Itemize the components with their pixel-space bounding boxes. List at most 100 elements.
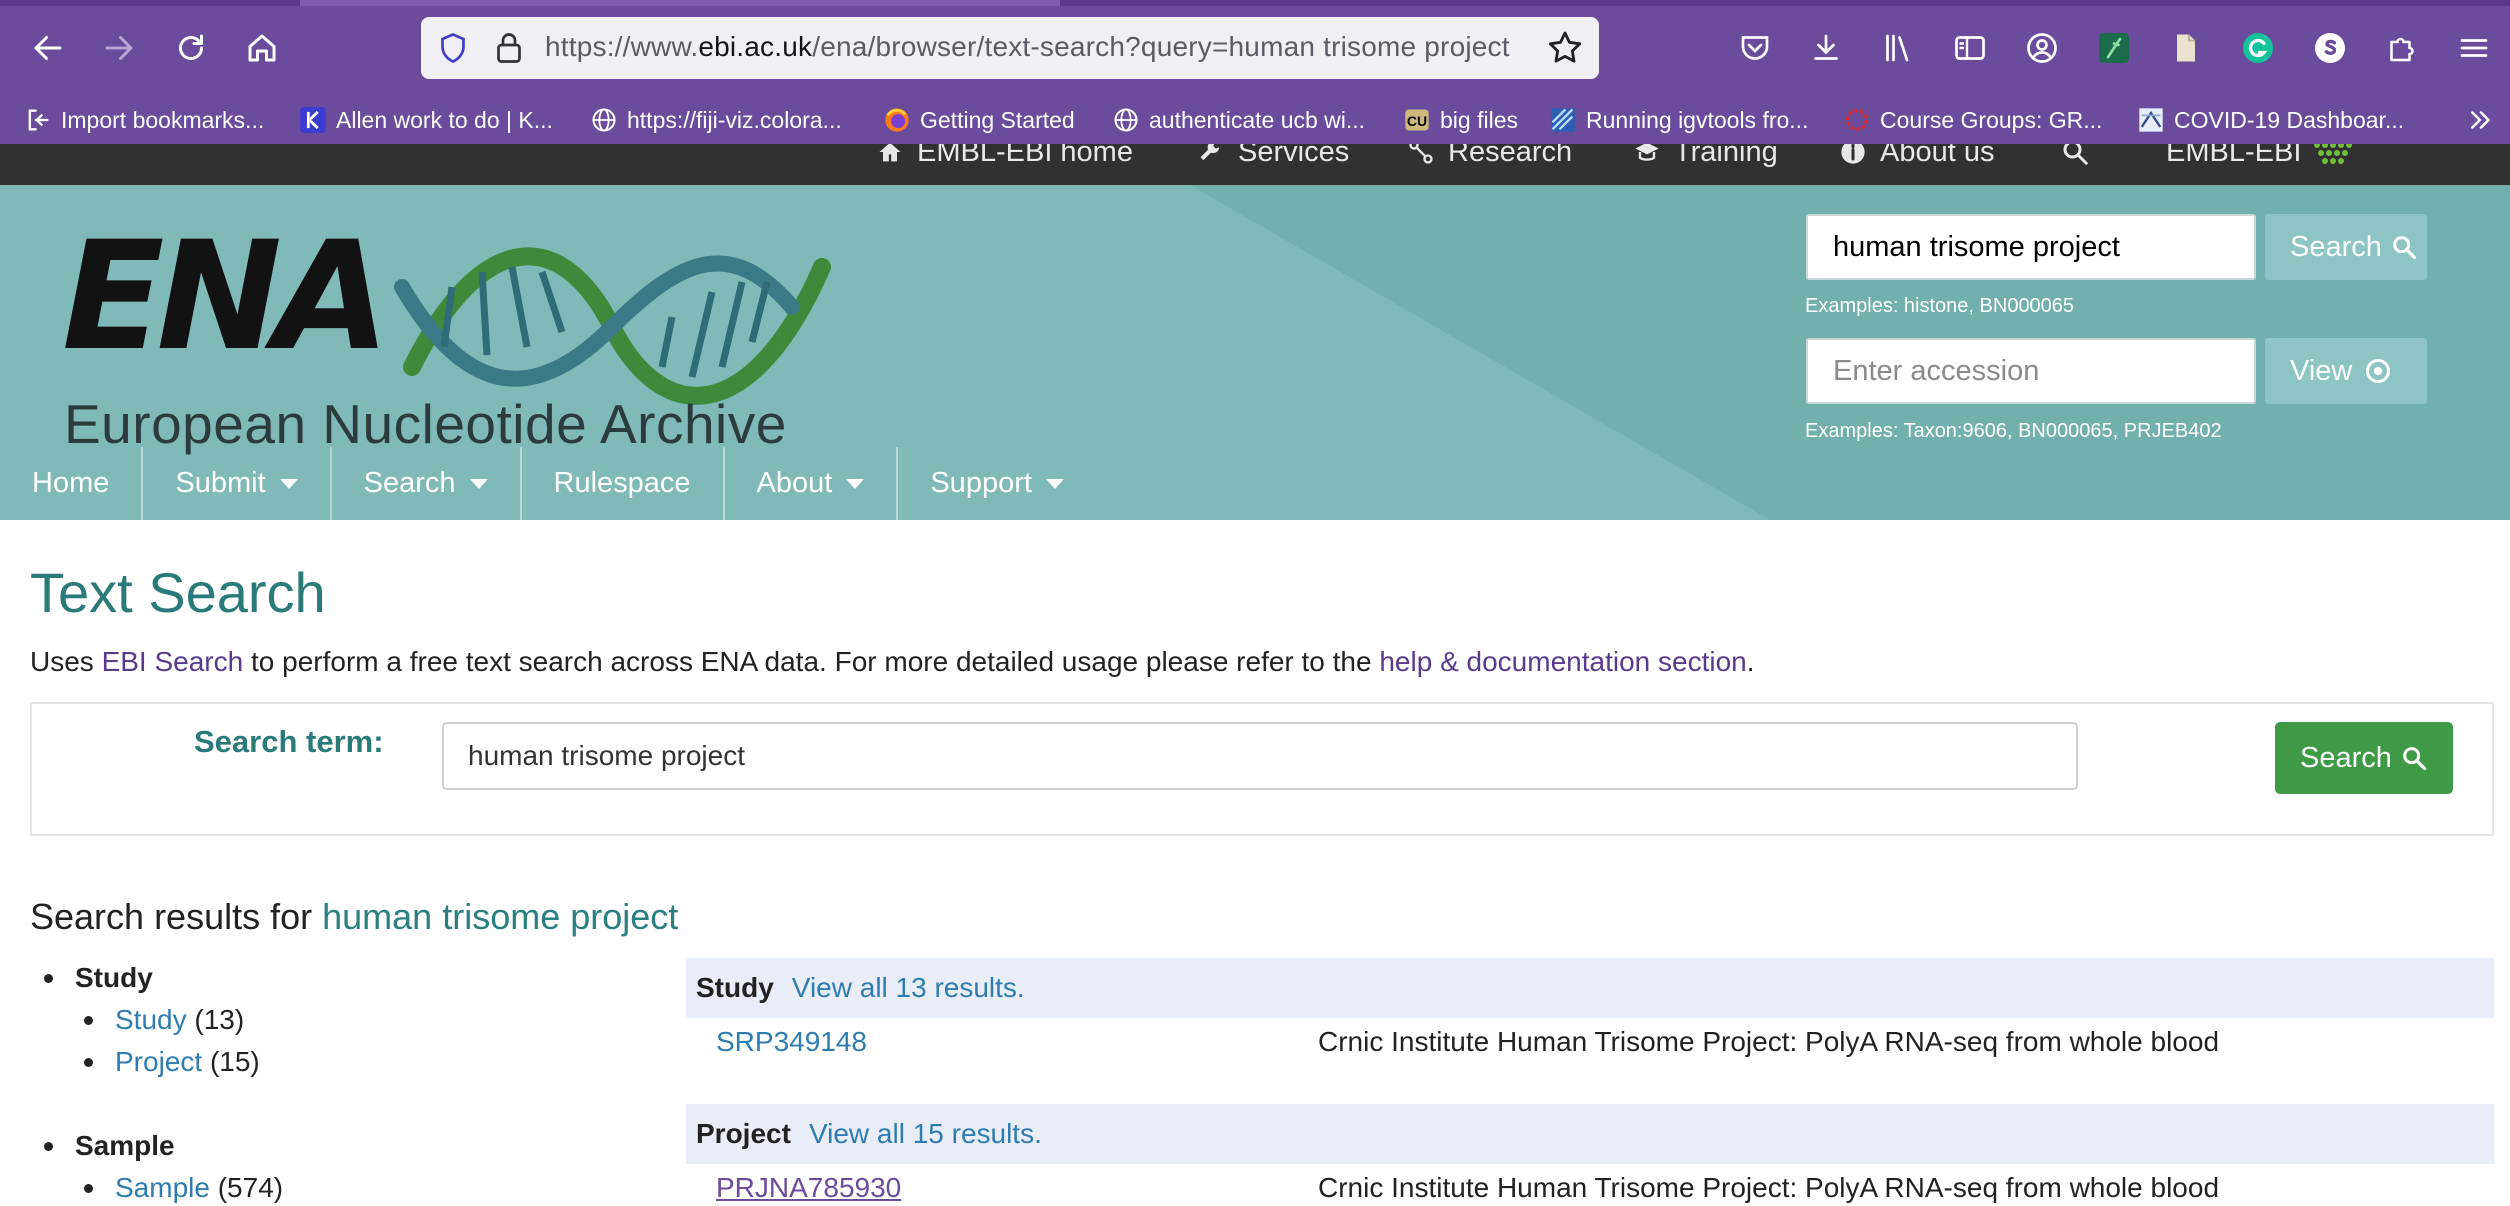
lock-icon[interactable] bbox=[491, 30, 527, 66]
bookmark-label: Allen work to do | K... bbox=[336, 106, 553, 133]
ebi-services-link[interactable]: Services bbox=[1196, 144, 1349, 172]
bookmark-label: COVID-19 Dashboar... bbox=[2174, 106, 2405, 133]
ebi-link-label: About us bbox=[1880, 144, 1995, 168]
ebi-about-link[interactable]: About us bbox=[1838, 144, 1994, 172]
accession-link[interactable]: SRP349148 bbox=[716, 1026, 867, 1058]
facet-count: (13) bbox=[194, 1004, 245, 1035]
header-search-input[interactable]: human trisome project bbox=[1806, 214, 2256, 280]
help-documentation-link[interactable]: help & documentation section bbox=[1379, 646, 1746, 677]
results-heading: Search results for human trisome project bbox=[30, 896, 678, 938]
search-icon bbox=[2393, 236, 2417, 260]
bookmark-item[interactable]: COVID-19 Dashboar... bbox=[2137, 100, 2404, 140]
bookmark-item[interactable]: Running igvtools fro... bbox=[1549, 100, 1808, 140]
header-search-button[interactable]: Search bbox=[2265, 214, 2427, 280]
view-button[interactable]: View bbox=[2265, 338, 2427, 404]
results-group-name: Project bbox=[696, 1118, 791, 1149]
search-button[interactable]: Search bbox=[2275, 722, 2453, 794]
bookmark-item[interactable]: https://fiji-viz.colora... bbox=[590, 100, 842, 140]
main-nav: Home Submit Search Rulespace About Suppo… bbox=[0, 447, 1096, 520]
firefox-icon bbox=[883, 106, 911, 134]
accession-examples: Examples: Taxon:9606, BN000065, PRJEB402 bbox=[1805, 420, 2222, 442]
grammarly-icon[interactable] bbox=[2234, 24, 2282, 72]
accession-link[interactable]: PRJNA785930 bbox=[716, 1172, 901, 1204]
nav-home[interactable]: Home bbox=[0, 447, 144, 520]
extension-feather-icon[interactable] bbox=[2090, 24, 2138, 72]
ebi-research-link[interactable]: Research bbox=[1406, 144, 1572, 172]
extensions-puzzle-icon[interactable] bbox=[2378, 24, 2426, 72]
nav-label: About bbox=[756, 467, 833, 499]
ebi-search-link[interactable]: EBI Search bbox=[102, 646, 244, 677]
sidebar-icon[interactable] bbox=[1946, 24, 1994, 72]
table-row: SRP349148 Crnic Institute Human Trisome … bbox=[686, 1018, 2494, 1068]
nav-support[interactable]: Support bbox=[898, 447, 1096, 520]
header-search-value: human trisome project bbox=[1833, 230, 2120, 263]
bullet bbox=[44, 973, 53, 983]
url-domain: ebi.ac.uk bbox=[698, 31, 813, 62]
bookmark-item[interactable]: CU big files bbox=[1403, 100, 1518, 140]
search-term-input[interactable]: human trisome project bbox=[442, 722, 2078, 790]
facet-group-sample: Sample bbox=[44, 1130, 175, 1162]
view-button-label: View bbox=[2290, 354, 2353, 387]
bookmark-label: Running igvtools fro... bbox=[1586, 106, 1809, 133]
gear-red-icon bbox=[1843, 106, 1871, 134]
home-icon[interactable] bbox=[238, 24, 286, 72]
ebi-brand-label: EMBL-EBI bbox=[2166, 144, 2302, 168]
bookmark-item[interactable]: Import bookmarks... bbox=[24, 100, 264, 140]
ebi-home-link[interactable]: EMBL-EBI home bbox=[875, 144, 1133, 172]
bookmarks-overflow-icon[interactable] bbox=[2466, 100, 2496, 140]
cu-icon: CU bbox=[1403, 106, 1431, 134]
result-description: Crnic Institute Human Trisome Project: P… bbox=[1318, 1172, 2220, 1203]
facet-count: (574) bbox=[217, 1172, 284, 1203]
bookmark-item[interactable]: Course Groups: GR... bbox=[1843, 100, 2102, 140]
search-term-label: Search term: bbox=[194, 724, 384, 759]
download-icon[interactable] bbox=[1802, 24, 1850, 72]
nav-submit[interactable]: Submit bbox=[143, 447, 332, 520]
bookmark-item[interactable]: Allen work to do | K... bbox=[299, 100, 553, 140]
embl-ebi-logo-icon bbox=[2309, 144, 2365, 167]
accession-input[interactable]: Enter accession bbox=[1806, 338, 2256, 404]
facet-link-study[interactable]: Study bbox=[115, 1004, 187, 1036]
account-icon[interactable] bbox=[2018, 24, 2066, 72]
info-icon bbox=[1838, 144, 1868, 167]
url-text[interactable]: https://www.ebi.ac.uk/ena/browser/text-s… bbox=[545, 31, 1510, 63]
ebi-link-label: EMBL-EBI home bbox=[917, 144, 1133, 168]
training-icon bbox=[1632, 144, 1662, 167]
import-icon bbox=[24, 106, 52, 134]
nav-label: Rulespace bbox=[553, 467, 691, 499]
nav-about[interactable]: About bbox=[725, 447, 899, 520]
view-all-study-link[interactable]: View all 13 results. bbox=[792, 972, 1025, 1004]
nav-rulespace[interactable]: Rulespace bbox=[522, 447, 725, 520]
active-tab[interactable] bbox=[300, 0, 1060, 6]
url-bar[interactable]: https://www.ebi.ac.uk/ena/browser/text-s… bbox=[421, 17, 1599, 79]
bookmark-star-icon[interactable] bbox=[1545, 28, 1585, 68]
bullet bbox=[44, 1141, 53, 1151]
view-all-project-link[interactable]: View all 15 results. bbox=[809, 1118, 1042, 1150]
svg-text:CU: CU bbox=[1407, 113, 1427, 129]
ebi-link-label: Services bbox=[1238, 144, 1350, 168]
ebi-link-label: Training bbox=[1674, 144, 1778, 168]
covid-icon bbox=[2137, 106, 2165, 134]
ebi-search-icon[interactable] bbox=[2060, 144, 2090, 172]
pocket-icon[interactable] bbox=[1731, 24, 1779, 72]
facet-link-project[interactable]: Project bbox=[115, 1046, 202, 1078]
extension-s-icon[interactable] bbox=[2306, 24, 2354, 72]
ebi-training-link[interactable]: Training bbox=[1632, 144, 1778, 172]
forward-icon[interactable] bbox=[95, 24, 143, 72]
reload-icon[interactable] bbox=[167, 24, 215, 72]
nav-search[interactable]: Search bbox=[332, 447, 522, 520]
facet-link-sample[interactable]: Sample bbox=[115, 1172, 210, 1204]
ebi-brand-link[interactable]: EMBL-EBI bbox=[2166, 144, 2377, 172]
search-icon bbox=[2403, 747, 2427, 771]
facet-group-label: Study bbox=[75, 962, 153, 993]
ena-logo[interactable]: ENA European Nucleotide Archive bbox=[62, 217, 831, 455]
shield-icon[interactable] bbox=[435, 30, 471, 66]
back-icon[interactable] bbox=[24, 24, 72, 72]
caret-down-icon bbox=[279, 478, 298, 489]
menu-icon[interactable] bbox=[2450, 24, 2498, 72]
url-path: /ena/browser/text-search?query=human tri… bbox=[812, 31, 1510, 62]
search-examples: Examples: histone, BN000065 bbox=[1805, 295, 2075, 317]
bookmark-item[interactable]: Getting Started bbox=[883, 100, 1075, 140]
bookmark-item[interactable]: authenticate ucb wi... bbox=[1112, 100, 1365, 140]
extension-doc-icon[interactable] bbox=[2162, 24, 2210, 72]
library-icon[interactable] bbox=[1874, 24, 1922, 72]
